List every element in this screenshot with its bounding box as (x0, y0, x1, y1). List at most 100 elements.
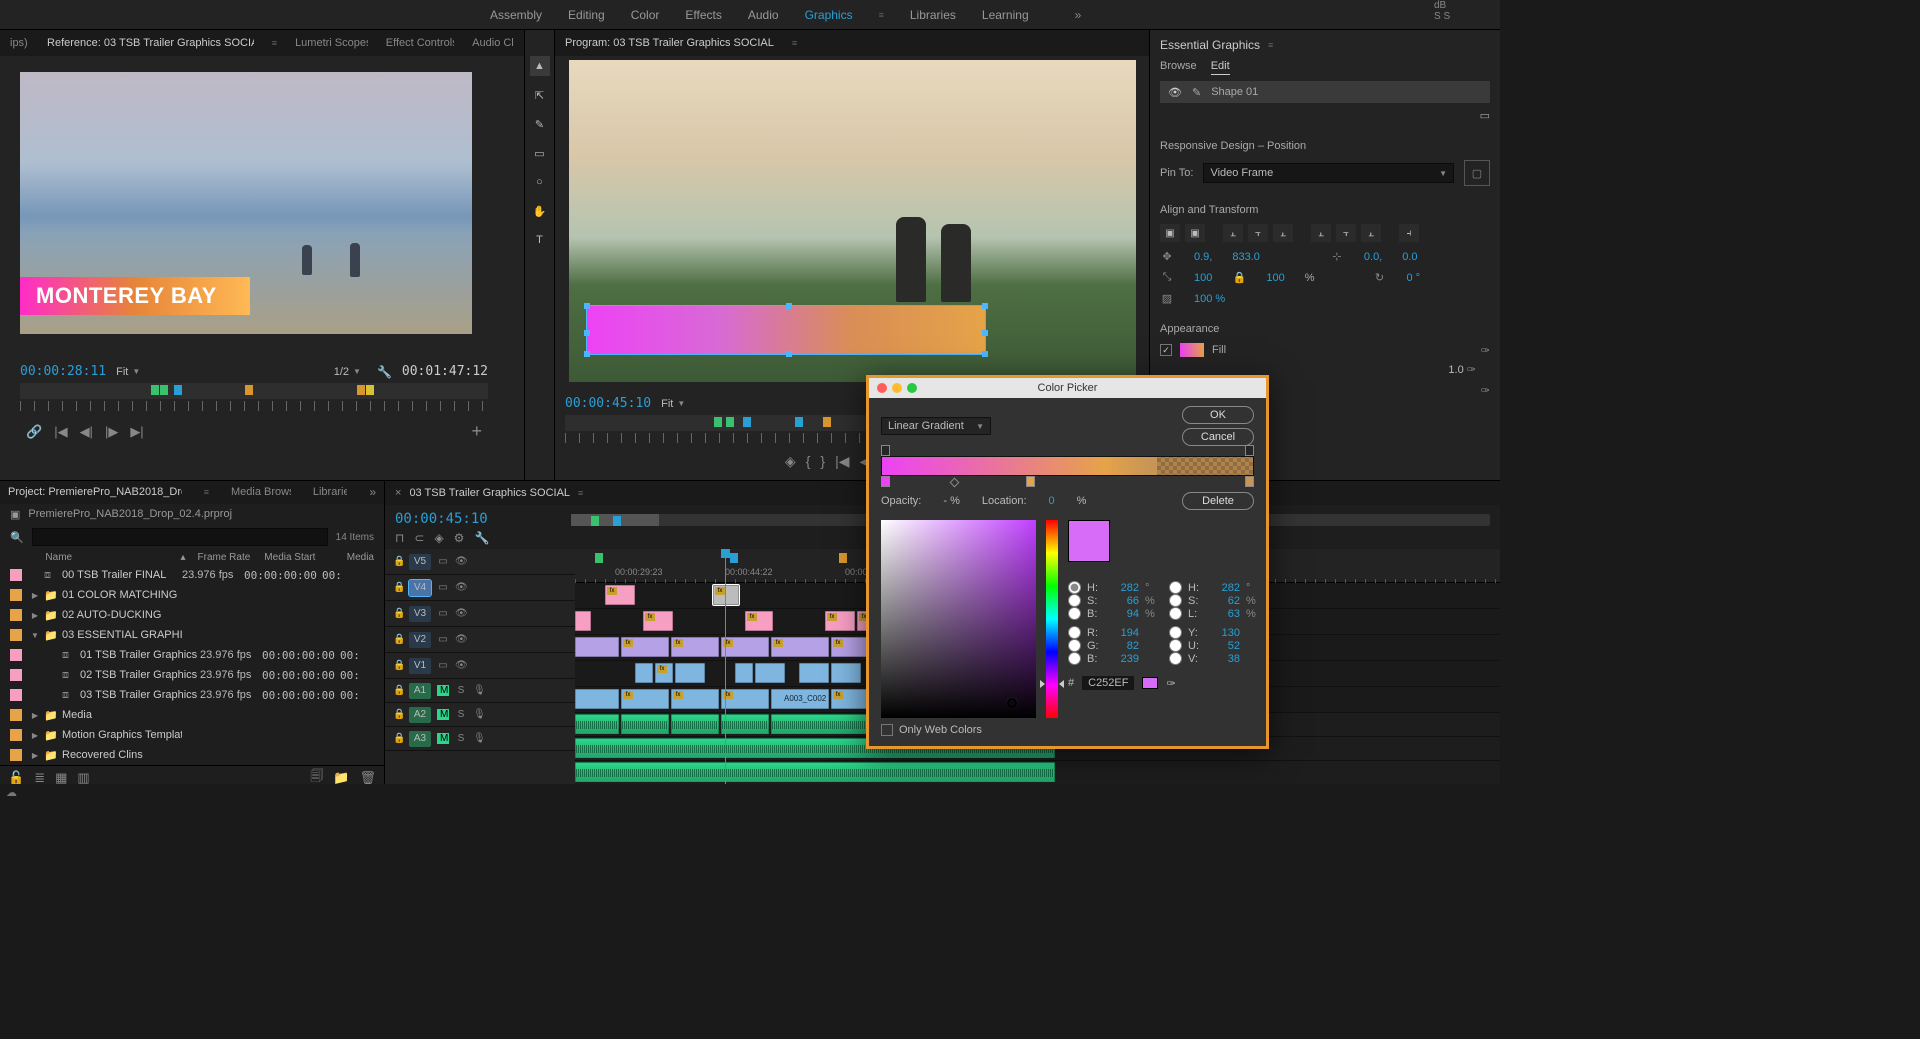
video-track-header[interactable]: 🔒V4▭👁 (385, 575, 575, 601)
sort-icon[interactable]: ▴ (180, 552, 185, 563)
pin-to-dropdown[interactable]: Video Frame▼ (1203, 163, 1454, 183)
type-tool-icon[interactable]: T (530, 230, 550, 250)
settings-icon[interactable]: ⚙ (454, 531, 465, 545)
program-zoom-dropdown[interactable]: Fit▼ (661, 398, 685, 410)
cancel-button[interactable]: Cancel (1182, 428, 1254, 446)
g-radio[interactable] (1068, 639, 1081, 652)
audio-track-header[interactable]: 🔒A3MS🎙 (385, 727, 575, 751)
step-back-icon[interactable]: ◀| (80, 424, 93, 440)
ref-timecode[interactable]: 00:00:28:11 (20, 364, 106, 379)
link-icon[interactable]: ⊂ (414, 531, 424, 545)
hue-slider[interactable] (1046, 520, 1058, 718)
col-name[interactable]: Name (45, 552, 190, 563)
snap-icon[interactable]: ⊓ (395, 531, 404, 545)
timeline-title[interactable]: 03 TSB Trailer Graphics SOCIAL (409, 487, 570, 499)
align-top-icon[interactable]: ⫠ (1311, 224, 1331, 242)
ws-graphics[interactable]: Graphics (805, 8, 853, 22)
opacity-value[interactable]: - % (943, 495, 960, 507)
ref-menu-icon[interactable]: ≡ (272, 38, 277, 48)
close-icon[interactable]: × (395, 487, 401, 499)
ok-button[interactable]: OK (1182, 406, 1254, 424)
bin-icon[interactable]: ▣ (10, 508, 20, 521)
goto-in-icon[interactable]: |◀ (54, 424, 67, 440)
eg-tab-edit[interactable]: Edit (1211, 60, 1230, 75)
ws-learning[interactable]: Learning (982, 8, 1029, 22)
project-row[interactable]: ⧈03 TSB Trailer Graphics23.976 fps00:00:… (0, 685, 384, 705)
out-icon[interactable]: } (820, 453, 825, 470)
reference-monitor[interactable]: MONTEREY BAY (20, 72, 472, 334)
align-icon[interactable]: ▣ (1160, 224, 1180, 242)
program-timecode[interactable]: 00:00:45:10 (565, 396, 651, 411)
ws-libraries[interactable]: Libraries (910, 8, 956, 22)
ws-menu-icon[interactable]: ≡ (879, 10, 884, 20)
align-icon[interactable]: ▣ (1185, 224, 1205, 242)
project-row[interactable]: ▶📁Motion Graphics Template (0, 725, 384, 745)
fill-swatch[interactable] (1180, 343, 1204, 357)
tl-menu-icon[interactable]: ≡ (578, 488, 583, 498)
step-fwd-icon[interactable]: |▶ (105, 424, 118, 440)
audio-track-header[interactable]: 🔒A1MS🎙 (385, 679, 575, 703)
ref-zoom-dropdown[interactable]: Fit▼ (116, 366, 140, 378)
video-track-header[interactable]: 🔒V3▭👁 (385, 601, 575, 627)
project-row[interactable]: ▼📁03 ESSENTIAL GRAPHICS (0, 625, 384, 645)
col-ms[interactable]: Media Start (264, 552, 340, 563)
align-left-icon[interactable]: ⫠ (1223, 224, 1243, 242)
delete-button[interactable]: Delete (1182, 492, 1254, 510)
ellipse-tool-icon[interactable]: ○ (530, 172, 550, 192)
eyedropper-icon[interactable]: ✑ (1166, 677, 1175, 690)
gradient-stop[interactable] (881, 476, 890, 487)
marker-icon[interactable]: ◈ (434, 531, 443, 545)
program-menu-icon[interactable]: ≡ (792, 38, 797, 48)
web-colors-checkbox[interactable] (881, 724, 893, 736)
location-value[interactable]: 0 (1049, 495, 1055, 507)
y-radio[interactable] (1169, 626, 1182, 639)
goto-out-icon[interactable]: ▶| (130, 424, 143, 440)
s2-radio[interactable] (1169, 594, 1182, 607)
project-row[interactable]: ▶📁02 AUTO-DUCKING (0, 605, 384, 625)
ws-audio[interactable]: Audio (748, 8, 779, 22)
align-right-icon[interactable]: ⫠ (1273, 224, 1293, 242)
wrench-icon[interactable]: 🔧 (474, 531, 489, 545)
ws-editing[interactable]: Editing (568, 8, 605, 22)
color-picker-dialog[interactable]: Color Picker Linear Gradient▼ OK Cancel … (866, 375, 1269, 749)
b2-radio[interactable] (1068, 652, 1081, 665)
ws-effects[interactable]: Effects (685, 8, 721, 22)
video-track-header[interactable]: 🔒V1▭👁 (385, 653, 575, 679)
pen-tool-icon[interactable]: ✎ (530, 114, 550, 134)
scale-h[interactable]: 100 (1266, 272, 1284, 284)
media-browser-tab[interactable]: Media Browser (231, 486, 291, 498)
minimize-icon[interactable] (892, 383, 902, 393)
selection-tool-icon[interactable]: ▲ (530, 56, 550, 76)
add-button-icon[interactable]: + (471, 421, 482, 442)
ws-color[interactable]: Color (631, 8, 660, 22)
h2-radio[interactable] (1169, 581, 1182, 594)
proj-tab[interactable]: Project: PremierePro_NAB2018_Drop_02.4 (8, 486, 182, 498)
video-track-header[interactable]: 🔒V2▭👁 (385, 627, 575, 653)
timeline-timecode[interactable]: 00:00:45:10 (385, 505, 499, 527)
close-icon[interactable] (877, 383, 887, 393)
selected-shape[interactable] (587, 306, 985, 354)
in-icon[interactable]: { (806, 453, 811, 470)
align-hcenter-icon[interactable]: ⫟ (1248, 224, 1268, 242)
wrench-icon[interactable]: 🔧 (377, 365, 392, 379)
distribute-icon[interactable]: ⫞ (1399, 224, 1419, 242)
ref-tab-effects[interactable]: Effect Controls (386, 37, 454, 49)
ref-res-dropdown[interactable]: 1/2▼ (334, 366, 361, 378)
gradient-editor[interactable] (881, 456, 1254, 476)
eg-tab-browse[interactable]: Browse (1160, 60, 1197, 75)
col-md[interactable]: Media (347, 552, 374, 563)
r-radio[interactable] (1068, 626, 1081, 639)
direct-select-icon[interactable]: ⇱ (530, 85, 550, 105)
gradient-stop[interactable] (1026, 476, 1035, 487)
project-row[interactable]: ▶📁Media (0, 705, 384, 725)
ref-ruler[interactable] (20, 401, 488, 411)
playhead[interactable] (725, 549, 726, 790)
ref-tab-clips[interactable]: ips) (10, 37, 29, 49)
align-bottom-icon[interactable]: ⫠ (1361, 224, 1381, 242)
ws-overflow-icon[interactable]: » (1075, 8, 1082, 22)
search-input[interactable] (32, 528, 328, 546)
opacity-val[interactable]: 100 % (1194, 293, 1225, 305)
scale-w[interactable]: 100 (1194, 272, 1212, 284)
hand-tool-icon[interactable]: ✋ (530, 201, 550, 221)
fill-checkbox[interactable]: ✓ (1160, 344, 1172, 356)
